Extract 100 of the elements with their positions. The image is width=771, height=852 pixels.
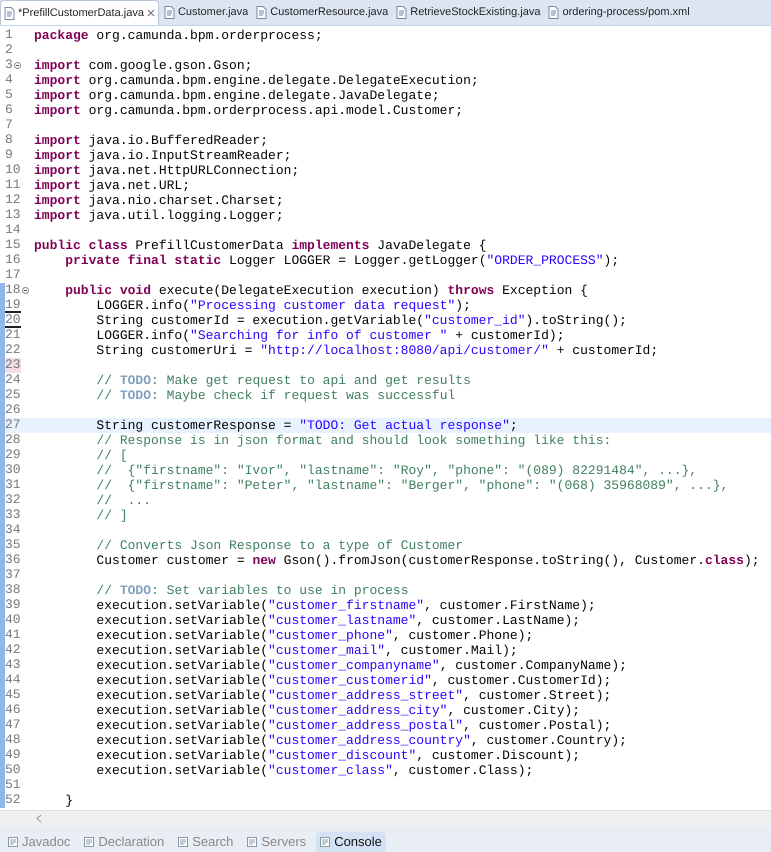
view-tab[interactable]: Console [316, 832, 386, 852]
line-number: 44 [5, 673, 21, 688]
line-number: 41 [5, 628, 21, 643]
line-number: 50 [5, 763, 21, 778]
code-line: execution.setVariable("customer_address_postal", customer.Postal); [95, 718, 612, 733]
line-number: 31 [5, 478, 21, 493]
line-number: 47 [5, 718, 21, 733]
tab-label: Servers [261, 833, 306, 852]
horizontal-scrollbar[interactable] [0, 810, 771, 826]
line-number: 10 [5, 163, 21, 178]
java-file-icon [256, 6, 268, 19]
tab-label: Console [334, 833, 382, 852]
line-number: 11 [5, 178, 21, 193]
code-line: } [64, 793, 74, 808]
close-icon[interactable] [146, 9, 155, 17]
java-file-icon [164, 6, 175, 19]
line-number: 13 [5, 208, 21, 223]
line-number: 16 [5, 253, 21, 268]
code-line: Customer customer = new Gson().fromJson(customerResponse.toString(), Customer.class); [95, 553, 760, 568]
line-number: 35 [5, 538, 21, 553]
line-number: 15 [5, 238, 21, 253]
editor-tab[interactable]: *PrefillCustomerData.java [0, 0, 159, 25]
code-line: import org.camunda.bpm.engine.delegate.JavaDelegate; [34, 88, 440, 103]
code-line: execution.setVariable("customer_discount", customer.Discount); [95, 748, 580, 763]
tab-label: Customer.java [178, 5, 248, 20]
code-line: // {"firstname": "Ivor", "lastname": "Roy", "phone": "(089) 82291484", ...}, [95, 463, 698, 478]
line-number: 39 [5, 598, 21, 613]
code-line: execution.setVariable("customer_lastname", customer.LastName); [95, 613, 580, 628]
line-number: 37 [5, 568, 21, 583]
code-line: import java.util.logging.Logger; [34, 208, 284, 223]
code-line: // ] [95, 508, 128, 523]
code-line: private final static Logger LOGGER = Logger.getLogger("ORDER_PROCESS"); [64, 253, 620, 268]
code-line: package org.camunda.bpm.orderprocess; [34, 28, 323, 43]
line-number: 51 [5, 778, 21, 793]
view-icon [320, 837, 330, 847]
code-line: LOGGER.info("Searching for info of customer " + customerId); [95, 328, 565, 343]
code-line: execution.setVariable("customer_address_country", customer.Country); [95, 733, 627, 748]
line-number: 14 [5, 223, 21, 238]
code-line: execution.setVariable("customer_class", customer.Class); [95, 763, 534, 778]
code-line: // ... [95, 493, 152, 508]
code-line: String customerResponse = "TODO: Get actual response"; [95, 418, 518, 433]
tab-label: Search [192, 833, 234, 852]
java-file-icon [4, 6, 15, 20]
line-number: 30 [5, 463, 21, 478]
line-number: 22 [5, 343, 21, 358]
editor-tab[interactable]: CustomerResource.java [253, 0, 392, 25]
line-number: 1 [5, 28, 13, 43]
line-number: 48 [5, 733, 21, 748]
editor-tab[interactable]: Customer.java [160, 0, 252, 25]
line-number: 25 [5, 388, 21, 403]
line-number: 9 [5, 148, 13, 163]
tab-label: Declaration [98, 833, 164, 852]
code-line: // {"firstname": "Peter", "lastname": "Berger", "phone": "(068) 35968089", ...}, [95, 478, 728, 493]
line-number: 27 [5, 418, 21, 433]
code-line: execution.setVariable("customer_customerid", customer.CustomerId); [95, 673, 612, 688]
fold-collapse-icon[interactable] [22, 287, 29, 294]
tab-label: ordering-process/pom.xml [562, 5, 690, 20]
line-number: 21 [5, 328, 21, 343]
editor-tab[interactable]: ordering-process/pom.xml [545, 0, 693, 25]
code-line: import java.net.URL; [34, 178, 190, 193]
code-line: import java.io.BufferedReader; [34, 133, 268, 148]
editor-tab[interactable]: RetrieveStockExisting.java [393, 0, 544, 25]
line-number: 8 [5, 133, 13, 148]
line-number: 40 [5, 613, 21, 628]
code-line: execution.setVariable("customer_phone", customer.Phone); [95, 628, 534, 643]
line-number: 4 [5, 73, 13, 88]
line-number: 24 [5, 373, 21, 388]
line-number: 34 [5, 523, 21, 538]
code-line: String customerUri = "http://localhost:8080/api/customer/" + customerId; [95, 343, 658, 358]
tab-label: *PrefillCustomerData.java [18, 6, 144, 21]
code-line: execution.setVariable("customer_address_city", customer.City); [95, 703, 580, 718]
line-number: 23 [5, 358, 21, 373]
code-line: // Response is in json format and should look something like this: [95, 433, 612, 448]
code-line: import com.google.gson.Gson; [34, 58, 252, 73]
view-icon [8, 837, 18, 847]
code-line: import org.camunda.bpm.orderprocess.api.model.Customer; [34, 103, 464, 118]
line-number: 45 [5, 688, 21, 703]
line-number: 43 [5, 658, 21, 673]
line-number: 5 [5, 88, 13, 103]
code-line: // TODO: Set variables to use in process [95, 583, 408, 598]
fold-collapse-icon[interactable] [14, 62, 21, 69]
line-number: 12 [5, 193, 21, 208]
code-line: // TODO: Maybe check if request was successful [95, 388, 456, 403]
scroll-left-icon[interactable] [36, 814, 42, 823]
code-line: LOGGER.info("Processing customer data request"); [95, 298, 471, 313]
line-number: 29 [5, 448, 21, 463]
line-number: 28 [5, 433, 21, 448]
java-file-icon [548, 6, 560, 19]
code-line: String customerId = execution.getVariable("customer_id").toString(); [95, 313, 627, 328]
line-number: 3 [5, 58, 13, 73]
code-line: // [ [95, 448, 128, 463]
line-number: 26 [5, 403, 21, 418]
line-number: 17 [5, 268, 21, 283]
line-number: 32 [5, 493, 21, 508]
code-line: // TODO: Make get request to api and get results [95, 373, 471, 388]
code-line: execution.setVariable("customer_address_street", customer.Street); [95, 688, 612, 703]
code-line: execution.setVariable("customer_mail", customer.Mail); [95, 643, 518, 658]
line-number: 46 [5, 703, 21, 718]
code-line: import org.camunda.bpm.engine.delegate.DelegateExecution; [34, 73, 479, 88]
code-line: import java.net.HttpURLConnection; [34, 163, 300, 178]
